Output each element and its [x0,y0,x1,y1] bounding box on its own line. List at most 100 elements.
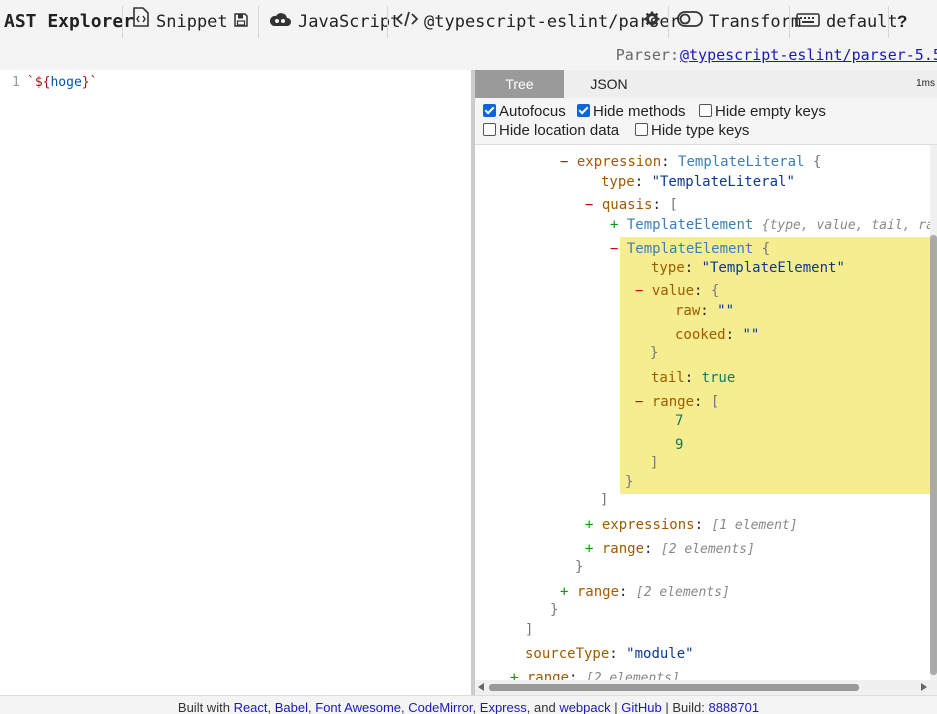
tree-prop-type: type: "TemplateLiteral" [601,174,795,190]
option-hide-methods[interactable]: Hide methods [577,103,686,120]
option-hide-empty-keys[interactable]: Hide empty keys [699,103,826,120]
keyboard-icon [796,0,820,44]
keymap-label: default [826,12,898,32]
collapse-toggle[interactable]: − [585,197,593,213]
option-hide-type-keys[interactable]: Hide type keys [635,122,749,139]
scrollbar-thumb[interactable] [489,684,859,691]
font-awesome-link[interactable]: Font Awesome [315,700,401,714]
tree-node-template-element[interactable]: − TemplateElement { [610,240,770,258]
gear-icon [644,0,660,44]
parser-select[interactable]: @typescript-eslint/parser [395,0,680,44]
brace: } [650,345,659,361]
language-label: JavaScript [298,12,401,32]
collapse-toggle[interactable]: − [560,154,568,170]
code-icon [395,0,419,44]
collapse-toggle[interactable]: − [635,283,643,299]
bracket: ] [525,622,534,638]
tree-prop-type: type: "TemplateElement" [651,260,845,276]
code-editor[interactable]: 1 `${hoge}` [0,70,471,695]
webpack-link[interactable]: webpack [559,700,610,714]
tree-vertical-scrollbar[interactable] [930,145,937,685]
divider [888,6,889,38]
code-line[interactable]: `${hoge}` [27,75,97,90]
tree-node-range[interactable]: + range: [2 elements] [585,540,755,559]
tab-tree[interactable]: Tree [475,70,564,98]
keymap-select[interactable]: default [796,0,898,44]
brace: } [575,559,584,575]
transform-toggle[interactable]: Transform [677,0,801,44]
github-link[interactable]: GitHub [621,700,661,714]
parser-settings-button[interactable] [644,0,666,44]
checkbox-icon[interactable] [483,123,496,136]
app-title: AST Explorer [4,11,135,32]
tree-node-expressions[interactable]: + expressions: [1 element] [585,516,798,535]
collapse-toggle[interactable]: − [610,241,618,257]
checkbox-icon[interactable] [635,123,648,136]
option-hide-location-data[interactable]: Hide location data [483,122,619,139]
toolbar: AST Explorer Snippet JavaScript @typescr… [0,0,937,44]
tab-json[interactable]: JSON [564,70,654,98]
option-autofocus[interactable]: Autofocus [483,103,566,120]
toggle-off-icon [677,0,703,44]
divider [668,6,669,38]
scrollbar-thumb[interactable] [930,235,937,675]
codemirror-link[interactable]: CodeMirror [408,700,472,714]
tree-node-expression[interactable]: − expression: TemplateLiteral { [560,153,821,171]
template-close: }` [81,75,98,90]
ast-tree: − expression: TemplateLiteral { type: "T… [475,145,930,685]
tree-node-quasis[interactable]: − quasis: [ [585,196,678,214]
bracket: [ [669,197,678,213]
tree-node-value[interactable]: − value: { [635,282,719,300]
divider [387,6,388,38]
tree-prop-sourcetype: sourceType: "module" [525,646,694,662]
divider [122,6,123,38]
bracket: ] [650,455,659,471]
divider [258,6,259,38]
expand-toggle[interactable]: + [610,217,618,233]
tree-node-template-element-collapsed[interactable]: + TemplateElement {type, value, tail, ra… [610,216,930,235]
tree-value-9: 9 [675,437,684,453]
bracket: [ [710,394,720,410]
build-link[interactable]: 8888701 [708,700,759,714]
divider [789,6,790,38]
react-link[interactable]: React [234,700,268,714]
brace: { [761,241,771,257]
expand-toggle[interactable]: + [585,517,593,533]
snippet-file-icon [132,0,150,44]
language-select[interactable]: JavaScript [268,0,400,44]
snippet-button[interactable]: Snippet [132,0,228,44]
babel-link[interactable]: Babel [275,700,308,714]
template-variable: hoge [50,75,82,90]
scroll-right-arrow-icon[interactable] [921,683,927,691]
snippet-label: Snippet [156,12,228,32]
expand-toggle[interactable]: + [585,541,593,557]
tree-prop-tail: tail: true [651,370,736,386]
checkbox-checked-icon[interactable] [577,104,590,117]
save-icon [234,0,248,44]
brace: { [710,283,720,299]
tree-value-7: 7 [675,413,684,429]
tree-node-range[interactable]: − range: [ [635,393,719,411]
express-link[interactable]: Express [480,700,527,714]
parser-label: @typescript-eslint/parser [424,12,680,32]
line-number: 1 [12,75,20,90]
tree-options: Autofocus Hide methods Hide empty keys H… [475,98,937,145]
bracket: ] [600,492,609,508]
tree-prop-raw: raw: "" [675,303,735,319]
brace: } [550,602,559,618]
cloud-icon [268,0,292,44]
checkbox-checked-icon[interactable] [483,104,496,117]
expand-toggle[interactable]: + [560,584,568,600]
parser-version-link[interactable]: @typescript-eslint/parser-5.59.7 [680,44,937,66]
scroll-left-arrow-icon[interactable] [478,683,484,691]
brace: } [625,474,634,490]
tree-node-range[interactable]: + range: [2 elements] [560,583,730,602]
parser-info-bar: Parser: @typescript-eslint/parser-5.59.7 [0,44,937,71]
collapse-toggle[interactable]: − [635,394,643,410]
help-button[interactable]: ? [897,0,907,44]
output-pane: Tree JSON 1ms Autofocus Hide methods Hid… [475,70,937,695]
save-button[interactable] [234,0,254,44]
transform-label: Transform [709,12,802,32]
checkbox-icon[interactable] [699,104,712,117]
tree-horizontal-scrollbar[interactable] [475,680,937,695]
